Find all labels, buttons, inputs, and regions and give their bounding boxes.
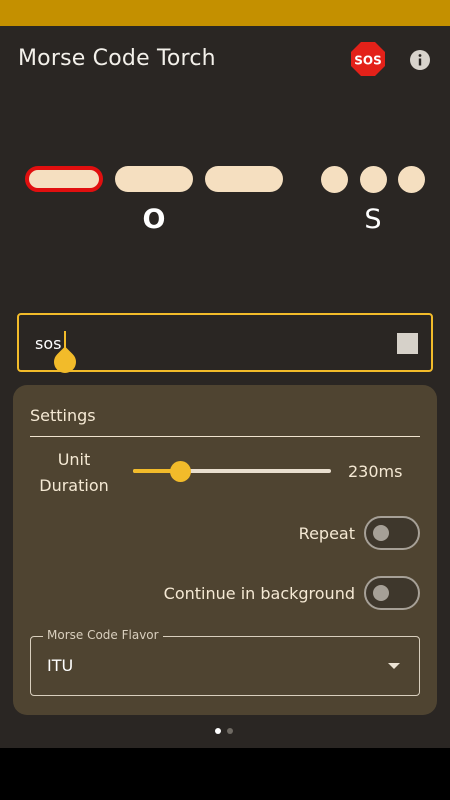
morse-code-flavor-select[interactable]: Morse Code Flavor ITU	[30, 628, 420, 696]
repeat-toggle-knob	[373, 525, 389, 541]
settings-panel: Settings Unit Duration 230ms Repeat Cont…	[13, 385, 437, 715]
settings-title: Settings	[30, 406, 96, 425]
message-input-value: sos	[35, 334, 62, 353]
continue-in-background-toggle[interactable]	[364, 576, 420, 610]
morse-dash	[115, 166, 193, 192]
app-title: Morse Code Torch	[18, 46, 216, 71]
morse-dash	[205, 166, 283, 192]
continue-in-background-label: Continue in background	[163, 584, 355, 603]
unit-duration-label: Unit Duration	[39, 450, 109, 495]
stop-icon[interactable]	[397, 333, 418, 354]
morse-dash-active	[25, 166, 103, 192]
message-input[interactable]: sos	[17, 313, 433, 378]
repeat-toggle[interactable]	[364, 516, 420, 550]
page-dot-active[interactable]	[215, 728, 221, 734]
sos-label: SOS	[354, 54, 382, 68]
morse-code-flavor-value: ITU	[47, 656, 74, 675]
sos-stop-sign-icon: SOS	[351, 42, 385, 76]
morse-dot	[360, 166, 387, 193]
info-icon	[410, 50, 430, 70]
status-bar	[0, 0, 450, 26]
morse-dot	[321, 166, 348, 193]
unit-duration-slider-thumb[interactable]	[170, 461, 192, 482]
morse-letter-s: S	[364, 204, 382, 235]
info-button[interactable]	[409, 49, 431, 71]
unit-duration-value: 230ms	[348, 462, 403, 481]
morse-letter-o: O	[142, 204, 166, 235]
continue-in-background-toggle-knob	[373, 585, 389, 601]
morse-dot	[398, 166, 425, 193]
sos-button[interactable]: SOS	[350, 41, 386, 77]
dropdown-arrow-icon	[388, 663, 400, 669]
app-screen: Morse Code Torch SOS O S sos Settings Un…	[0, 26, 450, 748]
page-dot[interactable]	[227, 728, 233, 734]
settings-divider	[30, 436, 420, 437]
repeat-label: Repeat	[298, 524, 355, 543]
morse-code-flavor-label: Morse Code Flavor	[43, 628, 163, 642]
